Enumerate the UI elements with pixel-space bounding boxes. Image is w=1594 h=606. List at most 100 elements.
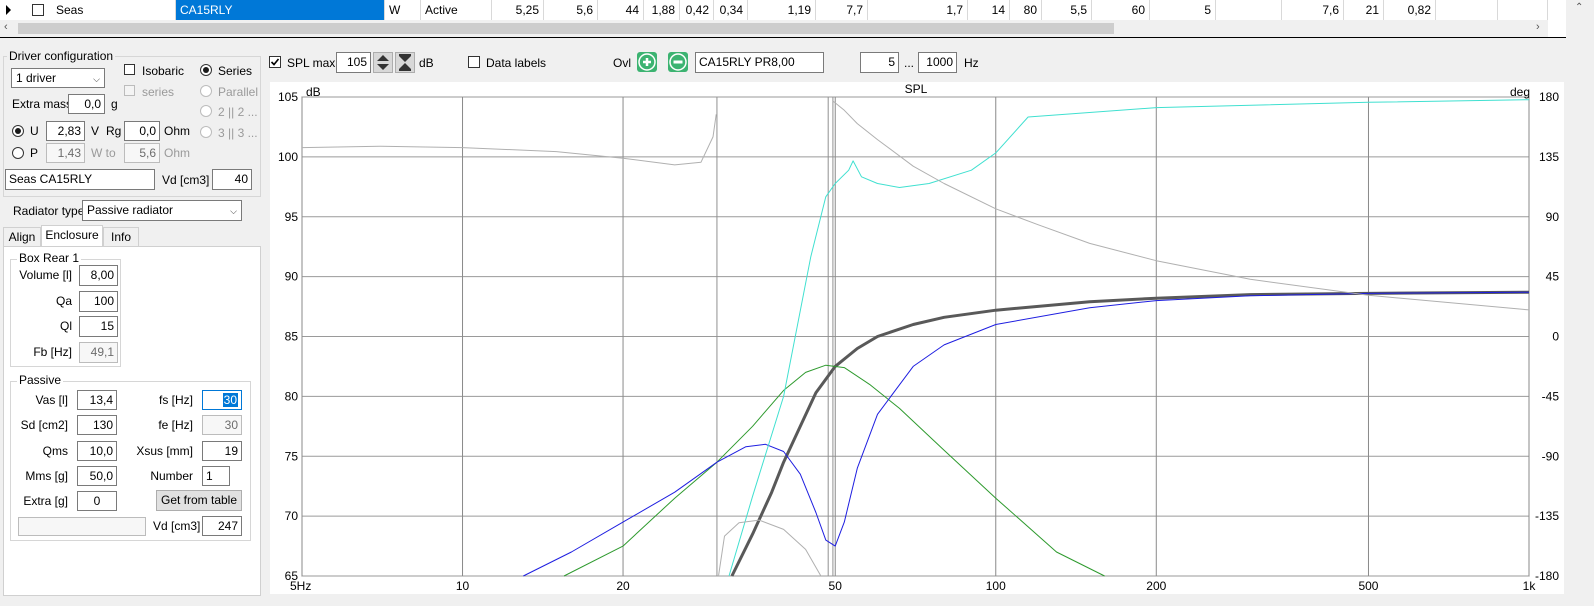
fb-input[interactable]: 49,1 xyxy=(79,342,118,363)
extra-mass-input[interactable]: 0,0 xyxy=(68,94,105,114)
fe-input[interactable]: 30 xyxy=(202,415,242,435)
freq-to-input[interactable]: 1000 xyxy=(918,52,957,73)
sd-input[interactable]: 130 xyxy=(77,415,117,435)
two-parallel-radio[interactable] xyxy=(200,105,212,117)
table-cell[interactable]: 1,7 xyxy=(868,0,968,20)
drivers-count-value: 1 driver xyxy=(16,71,57,85)
y-tick-label: 85 xyxy=(285,330,299,344)
spl-max-input[interactable]: 105 xyxy=(336,52,371,73)
table-cell[interactable]: 7,6 xyxy=(1282,0,1344,20)
spl-db-unit: dB xyxy=(419,56,434,70)
fs-input[interactable]: 30 xyxy=(202,390,242,410)
isobaric-checkbox[interactable] xyxy=(124,64,135,75)
table-cell[interactable] xyxy=(1498,0,1548,20)
u-input[interactable]: 2,83 xyxy=(46,121,85,141)
table-cell[interactable]: Active xyxy=(421,0,492,20)
xsus-input[interactable]: 19 xyxy=(202,441,242,461)
isobaric-label: Isobaric xyxy=(142,64,185,78)
chevron-down-icon: ⌵ xyxy=(230,206,237,216)
table-cell[interactable]: 80 xyxy=(1010,0,1042,20)
p-input[interactable]: 1,43 xyxy=(46,143,85,163)
parallel-radio[interactable] xyxy=(200,85,212,97)
table-cell[interactable] xyxy=(1216,0,1282,20)
table-cell[interactable]: 5 xyxy=(1150,0,1216,20)
volume-input[interactable]: 8,00 xyxy=(79,265,118,286)
radiator-type-select[interactable]: Passive radiator ⌵ xyxy=(82,200,242,221)
table-cell[interactable]: 1,88 xyxy=(644,0,680,20)
scroll-up-icon[interactable]: ⌃ xyxy=(1575,2,1583,13)
tab-align[interactable]: Align xyxy=(3,227,41,246)
get-from-table-button[interactable]: Get from table xyxy=(156,490,242,511)
scroll-right-icon[interactable]: › xyxy=(1536,21,1540,33)
overlay-name-input[interactable]: CA15RLY PR8,00 xyxy=(695,52,824,73)
table-cell[interactable]: W xyxy=(385,0,421,20)
rg-input[interactable]: 0,0 xyxy=(124,121,160,141)
row-indicator-icon xyxy=(6,5,11,15)
table-cell[interactable]: 5,25 xyxy=(492,0,544,20)
qa-input[interactable]: 100 xyxy=(79,291,118,312)
spl-up-down-button[interactable] xyxy=(373,52,393,73)
box-rear-title: Box Rear 1 xyxy=(17,251,82,265)
drivers-count-select[interactable]: 1 driver ⌵ xyxy=(11,68,105,88)
table-cell[interactable]: 0,82 xyxy=(1384,0,1436,20)
table-cell[interactable]: 7,7 xyxy=(816,0,868,20)
mms-input[interactable]: 50,0 xyxy=(77,466,117,486)
freq-from-input[interactable]: 5 xyxy=(860,52,899,73)
y2-tick-label: -45 xyxy=(1542,389,1560,403)
table-cell[interactable]: 5,5 xyxy=(1042,0,1092,20)
ql-input[interactable]: 15 xyxy=(79,316,118,337)
table-cell[interactable]: 44 xyxy=(598,0,644,20)
table-cell[interactable]: Seas xyxy=(52,0,176,20)
vas-input[interactable]: 13,4 xyxy=(77,390,117,410)
three-parallel-label: 3 || 3 ... xyxy=(218,126,258,140)
number-input[interactable]: 1 xyxy=(202,466,230,486)
table-cell[interactable]: 21 xyxy=(1344,0,1384,20)
table-cell[interactable]: CA15RLY xyxy=(176,0,385,20)
passive-name-field[interactable] xyxy=(18,517,146,536)
x-tick-label: 200 xyxy=(1146,579,1166,593)
p-radio[interactable] xyxy=(12,147,24,159)
extra-input[interactable]: 0 xyxy=(77,491,117,511)
chart-title: SPL xyxy=(905,82,928,96)
table-cell[interactable]: 0,42 xyxy=(680,0,714,20)
u-radio[interactable] xyxy=(12,125,24,137)
vd-input[interactable]: 40 xyxy=(212,169,252,190)
spl-range-button[interactable] xyxy=(395,52,415,73)
series-radio[interactable] xyxy=(200,64,212,76)
fe-label: fe [Hz] xyxy=(158,418,193,432)
remove-overlay-button[interactable] xyxy=(668,52,688,72)
horizontal-scrollbar[interactable]: ‹ › xyxy=(0,20,1548,37)
table-cell[interactable]: 0,34 xyxy=(714,0,748,20)
data-labels-checkbox[interactable] xyxy=(468,56,480,68)
table-cell[interactable]: 1,19 xyxy=(748,0,816,20)
two-parallel-label: 2 || 2 ... xyxy=(218,105,258,119)
table-cell[interactable]: 5,6 xyxy=(544,0,598,20)
fs-selected-text: 30 xyxy=(222,393,238,407)
passive-title: Passive xyxy=(17,373,64,387)
w-to-unit: Ohm xyxy=(164,146,191,160)
scroll-left-icon[interactable]: ‹ xyxy=(4,21,8,33)
table-cell[interactable]: 14 xyxy=(968,0,1010,20)
add-overlay-button[interactable] xyxy=(637,52,657,72)
spl-max-label: SPL max xyxy=(287,56,336,70)
driver-name-field[interactable]: Seas CA15RLY xyxy=(5,169,155,190)
extra-mass-unit: g xyxy=(111,97,118,111)
table-cell[interactable] xyxy=(1436,0,1498,20)
qms-input[interactable]: 10,0 xyxy=(77,441,117,461)
w-to-input[interactable]: 5,6 xyxy=(124,143,160,163)
y-tick-label: 100 xyxy=(278,150,298,164)
series-checkbox[interactable] xyxy=(124,85,135,96)
table-cell[interactable]: 60 xyxy=(1092,0,1150,20)
spl-chart-svg[interactable]: 1051009590858075706518013590450-45-90-13… xyxy=(270,82,1564,594)
passive-vd-input[interactable]: 247 xyxy=(202,516,242,536)
three-parallel-radio[interactable] xyxy=(200,126,212,138)
tab-enclosure[interactable]: Enclosure xyxy=(41,225,103,247)
tab-info[interactable]: Info xyxy=(103,227,139,246)
spl-chart[interactable]: 105 100 95 90 85 80 75 70 65 180 135 90 45 0 -45 -90 -13… xyxy=(270,82,1564,594)
scroll-thumb[interactable] xyxy=(18,23,1114,34)
radiator-type-label: Radiator type xyxy=(13,204,85,218)
row-checkbox[interactable] xyxy=(32,4,44,16)
vertical-scrollbar[interactable]: ⌃ xyxy=(1566,0,1594,606)
y-tick-label: 90 xyxy=(285,270,299,284)
spl-max-checkbox[interactable] xyxy=(269,56,281,68)
